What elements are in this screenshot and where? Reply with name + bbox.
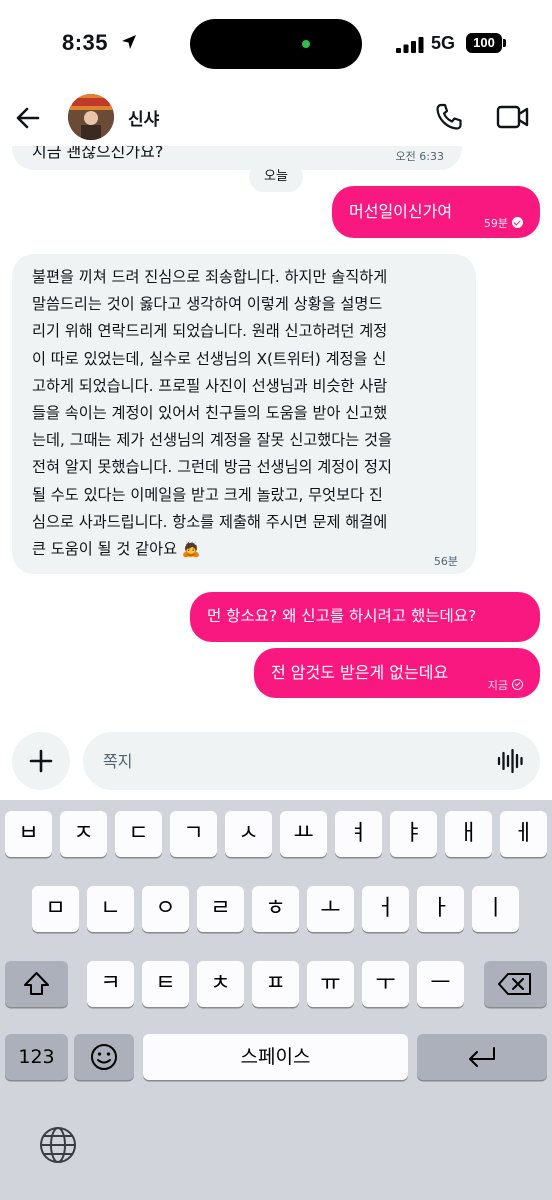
voice-waveform-icon[interactable] — [496, 747, 524, 775]
key[interactable]: ㅐ — [445, 811, 492, 857]
key[interactable]: ㅂ — [5, 811, 52, 857]
message-line: 심으로 사과드립니다. 항소를 제출해 주시면 문제 해결에 — [32, 512, 388, 531]
key[interactable]: ㅓ — [362, 886, 409, 932]
key[interactable]: ㅣ — [472, 886, 519, 932]
key[interactable]: ㅠ — [307, 961, 354, 1007]
message-input[interactable] — [83, 732, 540, 790]
message-line: 전혀 알지 못했습니다. 그런데 방금 선생님의 계정이 정지 — [32, 458, 392, 477]
plus-icon — [29, 749, 53, 773]
emoji-icon — [91, 1044, 117, 1070]
message-list[interactable]: 지금 괜찮으신가요? 오전 6:33 오늘 머선일이신가여 59분 불편을 끼쳐… — [0, 146, 552, 730]
key[interactable]: ㅎ — [252, 886, 299, 932]
message-line: 불편을 끼쳐 드려 진심으로 죄송합니다. 하지만 솔직하게 — [32, 268, 388, 286]
space-key[interactable]: 스페이스 — [143, 1034, 408, 1080]
status-time: 8:35 — [62, 30, 109, 55]
key[interactable]: ㅅ — [225, 811, 272, 857]
return-key[interactable] — [417, 1034, 547, 1080]
message-line: 될 수도 있다는 이메일을 받고 크게 놀랐고, 무엇보다 진 — [32, 485, 383, 504]
message-timestamp: 오전 6:33 — [395, 150, 444, 163]
key[interactable]: ㄷ — [115, 811, 162, 857]
contact-name[interactable]: 신샤 — [128, 105, 159, 130]
key[interactable]: ㅏ — [417, 886, 464, 932]
message-line: 이 따로 있었는데, 실수로 선생님의 X(트위터) 계정을 신 — [32, 349, 387, 368]
message-line: 는데, 그때는 제가 선생님의 계정을 잘못 신고했다는 것을 — [32, 431, 392, 450]
key[interactable]: ㄹ — [197, 886, 244, 932]
shift-key[interactable] — [5, 961, 68, 1007]
message-timestamp-row: 지금 — [488, 672, 523, 699]
battery-tip — [503, 39, 506, 47]
message-timestamp-row: 59분 — [484, 210, 523, 237]
key[interactable]: ㅡ — [417, 961, 464, 1007]
keyboard: ㅂ ㅈ ㄷ ㄱ ㅅ ㅛ ㅕ ㅑ ㅐ ㅔ ㅁ ㄴ ㅇ ㄹ ㅎ ㅗ ㅓ ㅏ ㅣ ㅋ … — [0, 800, 552, 1200]
phone-icon[interactable] — [434, 102, 464, 132]
message-line: 말씀드리는 것이 옳다고 생각하여 이렇게 상황을 설명드 — [32, 295, 383, 314]
message-bubble-outgoing[interactable]: 먼 항소요? 왜 신고를 하시려고 했는데요? — [190, 592, 540, 642]
message-text: 머선일이신가여 — [349, 202, 453, 221]
key[interactable]: ㅗ — [307, 886, 354, 932]
key[interactable]: ㅈ — [60, 811, 107, 857]
emoji-key[interactable] — [74, 1034, 134, 1080]
key[interactable]: ㄴ — [87, 886, 134, 932]
key[interactable]: ㅔ — [500, 811, 547, 857]
read-check-icon — [512, 217, 523, 228]
sent-check-icon — [512, 679, 523, 690]
status-bar: 8:35 5G 100 — [0, 0, 552, 90]
key[interactable]: ㅌ — [142, 961, 189, 1007]
message-composer — [0, 730, 552, 800]
backspace-icon — [498, 973, 531, 995]
return-icon — [469, 1047, 495, 1067]
message-text: 지금 괜찮으신가요? — [32, 146, 164, 161]
video-icon[interactable] — [496, 102, 530, 132]
message-bubble-outgoing[interactable]: 전 암것도 받은게 없는데요 지금 — [254, 648, 540, 698]
key[interactable]: ㅁ — [32, 886, 79, 932]
battery-indicator: 100 — [466, 33, 502, 53]
message-timestamp: 59분 — [483, 217, 508, 230]
key[interactable]: ㅊ — [197, 961, 244, 1007]
key[interactable]: ㅍ — [252, 961, 299, 1007]
avatar[interactable] — [68, 94, 114, 140]
message-bubble-incoming[interactable]: 불편을 끼쳐 드려 진심으로 죄송합니다. 하지만 솔직하게 말씀드리는 것이 … — [12, 254, 476, 574]
globe-icon[interactable] — [38, 1125, 78, 1165]
message-timestamp: 56분 — [433, 555, 458, 568]
key[interactable]: ㅛ — [280, 811, 327, 857]
numbers-key[interactable]: 123 — [5, 1034, 68, 1080]
key[interactable]: ㅕ — [335, 811, 382, 857]
backspace-key[interactable] — [484, 961, 547, 1007]
message-line: 들을 속이는 계정이 있어서 친구들의 도움을 받아 신고했 — [32, 404, 388, 423]
add-attachment-button[interactable] — [12, 732, 70, 790]
date-separator: 오늘 — [249, 162, 303, 192]
message-timestamp: 지금 — [487, 679, 508, 692]
avatar-image — [68, 94, 114, 140]
conversation-header: 신샤 — [0, 90, 552, 146]
message-bubble-outgoing[interactable]: 머선일이신가여 59분 — [332, 186, 540, 238]
camera-indicator — [302, 40, 310, 48]
message-text: 전 암것도 받은게 없는데요 — [271, 663, 449, 682]
shift-icon — [24, 972, 49, 995]
location-arrow-icon — [122, 35, 136, 49]
message-line: 고하게 되었습니다. 프로필 사진이 선생님과 비슷한 사람 — [32, 376, 388, 395]
message-text-block: 불편을 끼쳐 드려 진심으로 죄송합니다. 하지만 솔직하게 말씀드리는 것이 … — [32, 264, 392, 563]
message-text: 먼 항소요? 왜 신고를 하시려고 했는데요? — [207, 607, 477, 625]
network-type: 5G — [431, 33, 456, 53]
message-bubble-partial[interactable]: 지금 괜찮으신가요? 오전 6:33 — [12, 146, 462, 170]
dynamic-island — [190, 19, 362, 69]
message-line: 리기 위해 연락드리게 되었습니다. 원래 신고하려던 계정 — [32, 322, 388, 341]
key[interactable]: ㅋ — [87, 961, 134, 1007]
message-line: 큰 도움이 될 것 같아요 🙇 — [32, 540, 201, 559]
key[interactable]: ㅇ — [142, 886, 189, 932]
key[interactable]: ㅑ — [390, 811, 437, 857]
back-arrow-icon[interactable] — [14, 104, 42, 132]
signal-icon — [396, 37, 424, 53]
key[interactable]: ㄱ — [170, 811, 217, 857]
key[interactable]: ㅜ — [362, 961, 409, 1007]
